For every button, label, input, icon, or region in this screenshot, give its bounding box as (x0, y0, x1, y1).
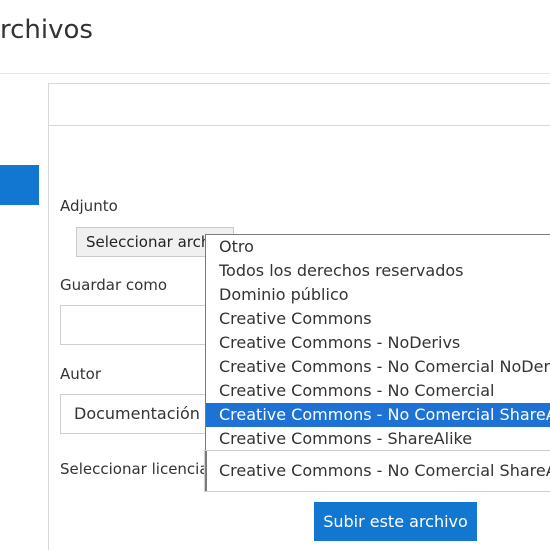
attachment-label: Adjunto (60, 197, 118, 215)
license-select-value: Creative Commons - No Comercial ShareAli… (219, 461, 550, 480)
license-option-cc-nc-sharealike[interactable]: Creative Commons - No Comercial ShareAli… (206, 403, 550, 427)
license-option-cc-noderivs[interactable]: Creative Commons - NoDerivs (206, 331, 550, 355)
license-option-cc[interactable]: Creative Commons (206, 307, 550, 331)
save-as-input[interactable] (60, 305, 220, 345)
author-label: Autor (60, 365, 101, 383)
license-label: Seleccionar licencia (60, 460, 209, 478)
save-as-label: Guardar como (60, 276, 168, 294)
license-dropdown-list[interactable]: Otro Todos los derechos reservados Domin… (205, 234, 550, 450)
license-option-cc-nc-noderivs[interactable]: Creative Commons - No Comercial NoDerivs (206, 355, 550, 379)
license-option-all-rights-reserved[interactable]: Todos los derechos reservados (206, 259, 550, 283)
upload-files-screen: rchivos Adjunto Seleccionar arch Guardar… (0, 0, 550, 550)
license-select[interactable]: Creative Commons - No Comercial ShareAli… (204, 450, 550, 492)
upload-file-button[interactable]: Subir este archivo (314, 502, 477, 541)
side-action-button[interactable] (0, 165, 39, 205)
license-option-otro[interactable]: Otro (206, 235, 550, 259)
panel-header-divider (48, 125, 550, 126)
page-title: rchivos (0, 15, 93, 45)
author-input[interactable]: Documentación E (60, 394, 220, 434)
license-option-cc-nc[interactable]: Creative Commons - No Comercial (206, 379, 550, 403)
license-option-public-domain[interactable]: Dominio público (206, 283, 550, 307)
license-option-cc-sharealike[interactable]: Creative Commons - ShareAlike (206, 427, 550, 450)
title-divider (0, 73, 550, 74)
focus-indicator (205, 451, 207, 491)
